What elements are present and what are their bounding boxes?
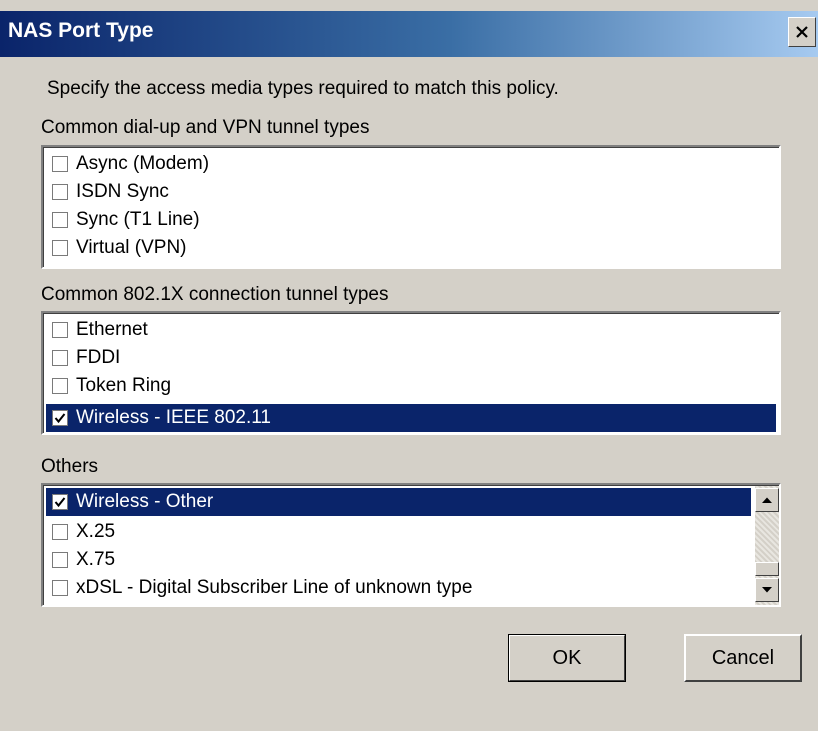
list-item-virtual-vpn[interactable]: Virtual (VPN) [48,234,193,262]
listbox-8021x[interactable]: Ethernet FDDI Token Ring Wireless - IEEE… [41,311,781,435]
list-item-isdn-sync[interactable]: ISDN Sync [48,178,175,206]
dialog-window: NAS Port Type Specify the access media t… [0,0,818,731]
group-heading-8021x: Common 802.1X connection tunnel types [41,284,389,305]
listbox-others[interactable]: Wireless - Other X.25 X.75 xDSL - Digita… [41,483,781,607]
title-bar[interactable]: NAS Port Type [0,11,818,57]
checkbox[interactable] [52,350,68,366]
list-item-ethernet[interactable]: Ethernet [48,316,154,344]
list-item-async-modem[interactable]: Async (Modem) [48,150,215,178]
checkbox[interactable] [52,524,68,540]
scroll-down-button[interactable] [755,578,779,602]
checkbox[interactable] [52,212,68,228]
group-heading-others: Others [41,456,99,477]
window-title: NAS Port Type [8,19,154,42]
instructions-text: Specify the access media types required … [47,78,559,99]
checkbox[interactable] [52,494,68,510]
list-item-fddi[interactable]: FDDI [48,344,126,372]
checkbox[interactable] [52,156,68,172]
group-heading-dialup: Common dial-up and VPN tunnel types [41,117,370,138]
arrow-down-icon [762,587,772,593]
list-item-x25[interactable]: X.25 [48,518,121,546]
checkbox[interactable] [52,240,68,256]
ok-button[interactable]: OK [508,634,626,682]
list-item-wireless-80211[interactable]: Wireless - IEEE 802.11 [46,404,776,432]
close-button[interactable] [788,17,816,47]
scroll-thumb[interactable] [755,562,779,576]
checkbox[interactable] [52,552,68,568]
checkbox[interactable] [52,184,68,200]
list-item-x75[interactable]: X.75 [48,546,121,574]
listbox-dialup[interactable]: Async (Modem) ISDN Sync Sync (T1 Line) V… [41,145,781,269]
checkbox[interactable] [52,580,68,596]
list-item-wireless-other[interactable]: Wireless - Other [46,488,751,516]
close-icon [796,26,808,38]
checkbox[interactable] [52,410,68,426]
arrow-up-icon [762,497,772,503]
list-item-sync-t1[interactable]: Sync (T1 Line) [48,206,206,234]
list-item-xdsl[interactable]: xDSL - Digital Subscriber Line of unknow… [48,574,478,602]
scroll-up-button[interactable] [755,488,779,512]
check-icon [54,413,66,424]
checkbox[interactable] [52,322,68,338]
checkbox[interactable] [52,378,68,394]
vertical-scrollbar[interactable] [755,486,779,605]
check-icon [54,497,66,508]
list-item-token-ring[interactable]: Token Ring [48,372,177,400]
cancel-button[interactable]: Cancel [684,634,802,682]
